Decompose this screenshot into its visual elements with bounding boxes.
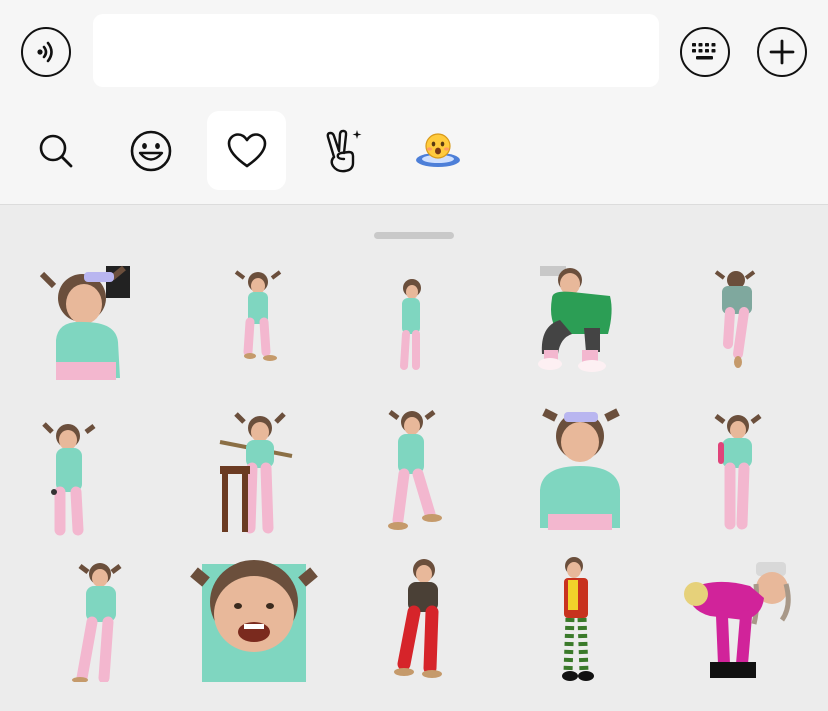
sticker-item[interactable] xyxy=(352,554,492,682)
search-icon xyxy=(39,134,72,167)
tab-emoji[interactable] xyxy=(111,111,190,190)
keyboard-top-panel xyxy=(0,0,828,205)
sticker-item[interactable] xyxy=(184,408,324,536)
drag-handle[interactable] xyxy=(374,232,454,239)
heart-icon xyxy=(227,132,266,167)
sticker-item[interactable] xyxy=(512,262,652,390)
sticker-item[interactable] xyxy=(24,262,164,390)
sticker-item[interactable] xyxy=(666,262,806,390)
sticker-item[interactable] xyxy=(674,554,814,682)
smiley-icon xyxy=(130,130,171,171)
sticker-item[interactable] xyxy=(184,554,324,682)
tab-favorites[interactable] xyxy=(207,111,286,190)
sticker-item[interactable] xyxy=(512,408,652,536)
keyboard-button[interactable] xyxy=(680,27,730,77)
sticker-item[interactable] xyxy=(190,262,330,390)
peace-hand-icon xyxy=(326,129,361,172)
sticker-item[interactable] xyxy=(340,262,480,390)
keyboard-icon xyxy=(692,43,716,60)
tab-gestures[interactable] xyxy=(302,111,381,190)
sticker-item[interactable] xyxy=(28,554,168,682)
sticker-item[interactable] xyxy=(4,408,144,536)
sticker-item[interactable] xyxy=(668,408,808,536)
sticker-pack-icon xyxy=(415,132,460,167)
sticker-item[interactable] xyxy=(508,554,648,682)
plus-icon xyxy=(769,39,795,65)
voice-wave-icon xyxy=(37,41,53,63)
sticker-item[interactable] xyxy=(342,408,482,536)
add-button[interactable] xyxy=(757,27,807,77)
tab-search[interactable] xyxy=(16,111,95,190)
voice-input-button[interactable] xyxy=(21,27,71,77)
message-input[interactable] xyxy=(93,14,659,87)
tab-sticker-pack[interactable] xyxy=(398,111,477,190)
